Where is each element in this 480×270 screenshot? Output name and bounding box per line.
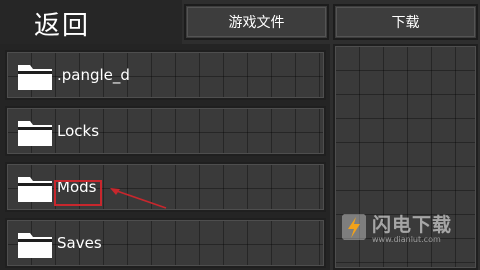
tab-download-label: 下载 (391, 15, 420, 31)
tab-game-files[interactable]: 游戏文件 (184, 4, 329, 40)
folder-icon (18, 233, 52, 258)
folder-icon (18, 121, 52, 146)
list-item-folder[interactable]: Saves (5, 218, 326, 268)
back-title[interactable]: 返回 (34, 5, 90, 42)
folder-icon (18, 177, 52, 202)
annotation-arrow-icon (110, 188, 167, 209)
watermark-url: www.dianlut.com (372, 235, 441, 244)
file-list[interactable]: .pangle_d Locks Mods Saves (0, 44, 330, 270)
list-item-folder[interactable]: .pangle_d (5, 50, 326, 100)
folder-name: .pangle_d (57, 66, 130, 84)
watermark-title: 闪电下载 (372, 214, 453, 236)
header-back-bar[interactable]: 返回 (0, 0, 182, 44)
tab-download[interactable]: 下载 (333, 4, 478, 40)
folder-name: Locks (57, 122, 100, 140)
mods-highlight-box (54, 180, 102, 206)
watermark: 闪电下载 www.dianlut.com (340, 208, 476, 252)
folder-icon (18, 65, 52, 90)
tab-game-files-label: 游戏文件 (228, 15, 285, 31)
lightning-logo-icon (342, 214, 366, 240)
list-item-folder[interactable]: Locks (5, 106, 326, 156)
folder-name: Saves (57, 234, 102, 252)
